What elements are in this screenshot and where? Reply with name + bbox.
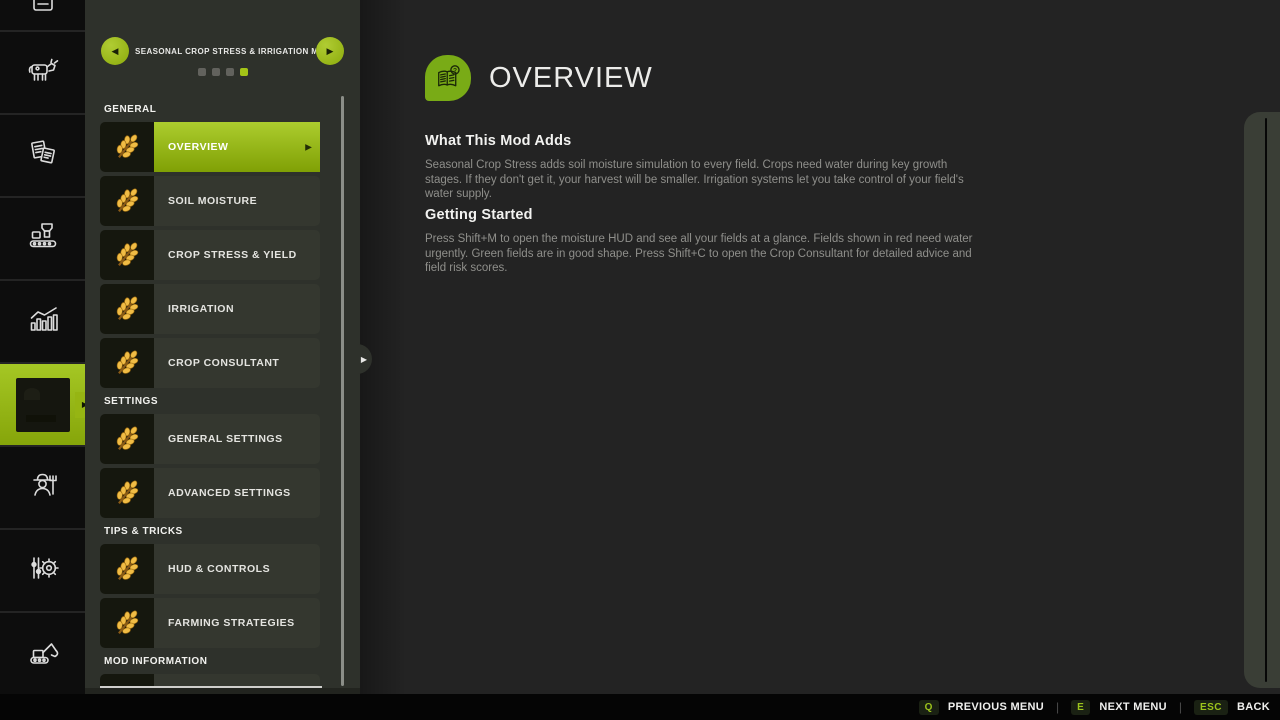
svg-text:?: ? [453, 67, 457, 74]
screen: ▶ [0, 0, 1280, 720]
menu-item-label: IRRIGATION [154, 284, 320, 334]
section-body: Press Shift+M to open the moisture HUD a… [425, 232, 985, 276]
menu-scrollbar[interactable] [341, 96, 344, 686]
hint-label: NEXT MENU [1099, 701, 1166, 713]
hat-icon [100, 674, 154, 686]
documents-icon [23, 133, 63, 178]
menu-item-soil-moisture[interactable]: SOIL MOISTURE [100, 176, 320, 226]
content-section-what-this-mod-adds: What This Mod Adds Seasonal Crop Stress … [425, 133, 985, 202]
next-page-button[interactable]: ▶ [316, 37, 344, 65]
list-bottom-divider [100, 686, 322, 688]
wheat-icon [100, 468, 154, 518]
hint-label: PREVIOUS MENU [948, 701, 1044, 713]
section-body: Seasonal Crop Stress adds soil moisture … [425, 158, 985, 202]
sliders-gear-icon [23, 548, 63, 593]
section-label-tips-tricks: TIPS & TRICKS [104, 526, 320, 537]
menu-item-crop-stress-yield[interactable]: CROP STRESS & YIELD [100, 230, 320, 280]
wheat-icon [100, 230, 154, 280]
wheat-icon [100, 284, 154, 334]
page-dot-2[interactable] [212, 68, 220, 76]
rail-tab-animals[interactable] [0, 30, 85, 113]
page-dot-1[interactable] [198, 68, 206, 76]
menu-item-list: GENERAL OVERVIEW ▶ [100, 96, 320, 686]
excavator-icon [23, 631, 63, 676]
menu-item-label: FARMING STRATEGIES [154, 598, 320, 648]
wheat-icon [100, 122, 154, 172]
selected-item-arrow-icon: ▶ [305, 143, 312, 152]
menu-item-overview[interactable]: OVERVIEW ▶ [100, 122, 320, 172]
menu-item-label: GENERAL SETTINGS [154, 414, 320, 464]
mod-thumbnail-icon [16, 378, 70, 432]
menu-item-label: SOIL MOISTURE [154, 176, 320, 226]
menu-item-label: CROP CONSULTANT [154, 338, 320, 388]
cow-icon [23, 50, 63, 95]
menu-item-label: ADVANCED SETTINGS [154, 468, 320, 518]
rail-tab-statistics[interactable] [0, 279, 85, 362]
wheat-icon [100, 414, 154, 464]
hint-separator: | [1179, 700, 1182, 714]
menu-item-label: OVERVIEW ▶ [154, 122, 320, 172]
rail-tab-vehicles[interactable] [0, 0, 85, 30]
hint-back[interactable]: ESC BACK [1194, 700, 1270, 715]
rail-tab-mod-selected[interactable]: ▶ [0, 362, 85, 445]
vehicle-partial-icon [23, 0, 63, 30]
section-heading: What This Mod Adds [425, 133, 985, 149]
section-label-mod-information: MOD INFORMATION [104, 656, 320, 667]
menu-item-label: CROP STRESS & YIELD [154, 230, 320, 280]
rail-tab-production[interactable] [0, 196, 85, 279]
key-esc: ESC [1194, 700, 1228, 715]
content-scroll-edge[interactable] [1244, 112, 1280, 688]
menu-title: SEASONAL CROP STRESS & IRRIGATION MA... [129, 47, 316, 56]
mod-menu-panel: ◀ SEASONAL CROP STRESS & IRRIGATION MA..… [85, 0, 360, 720]
hint-separator: | [1056, 700, 1059, 714]
key-e: E [1071, 700, 1090, 715]
prev-page-button[interactable]: ◀ [101, 37, 129, 65]
page-dots [85, 68, 360, 76]
rail-tab-construction[interactable] [0, 611, 85, 694]
section-label-settings: SETTINGS [104, 396, 320, 407]
main-menu-icon-rail: ▶ [0, 0, 85, 694]
wheat-icon [100, 598, 154, 648]
menu-item-advanced-settings[interactable]: ADVANCED SETTINGS [100, 468, 320, 518]
hint-next-menu[interactable]: E NEXT MENU [1071, 700, 1167, 715]
menu-item-mod-info-partial[interactable] [100, 674, 320, 686]
page-dot-3[interactable] [226, 68, 234, 76]
help-book-icon: ? [425, 55, 471, 101]
page-title: OVERVIEW [489, 62, 653, 95]
production-icon [23, 216, 63, 261]
hint-label: BACK [1237, 701, 1270, 713]
rail-tab-career[interactable] [0, 445, 85, 528]
menu-item-hud-controls[interactable]: HUD & CONTROLS [100, 544, 320, 594]
key-q: Q [919, 700, 939, 715]
rail-tab-settings[interactable] [0, 528, 85, 611]
menu-item-label [154, 674, 320, 686]
menu-item-label: HUD & CONTROLS [154, 544, 320, 594]
hint-previous-menu[interactable]: Q PREVIOUS MENU [919, 700, 1044, 715]
section-heading: Getting Started [425, 207, 985, 223]
menu-item-irrigation[interactable]: IRRIGATION [100, 284, 320, 334]
content-area: ? OVERVIEW What This Mod Adds Seasonal C… [360, 0, 1280, 694]
key-hint-bar: Q PREVIOUS MENU | E NEXT MENU | ESC BACK [0, 694, 1280, 720]
rail-tab-contracts[interactable] [0, 113, 85, 196]
wheat-icon [100, 544, 154, 594]
wheat-icon [100, 176, 154, 226]
scroll-groove [1265, 118, 1268, 682]
content-section-getting-started: Getting Started Press Shift+M to open th… [425, 207, 985, 276]
wheat-icon [100, 338, 154, 388]
menu-item-farming-strategies[interactable]: FARMING STRATEGIES [100, 598, 320, 648]
section-label-general: GENERAL [104, 104, 320, 115]
menu-item-crop-consultant[interactable]: CROP CONSULTANT [100, 338, 320, 388]
page-dot-4-active[interactable] [240, 68, 248, 76]
menu-pager: ◀ SEASONAL CROP STRESS & IRRIGATION MA..… [85, 34, 360, 68]
bar-chart-icon [23, 299, 63, 344]
farmer-icon [23, 465, 63, 510]
menu-item-general-settings[interactable]: GENERAL SETTINGS [100, 414, 320, 464]
page-header: ? OVERVIEW [425, 55, 653, 101]
